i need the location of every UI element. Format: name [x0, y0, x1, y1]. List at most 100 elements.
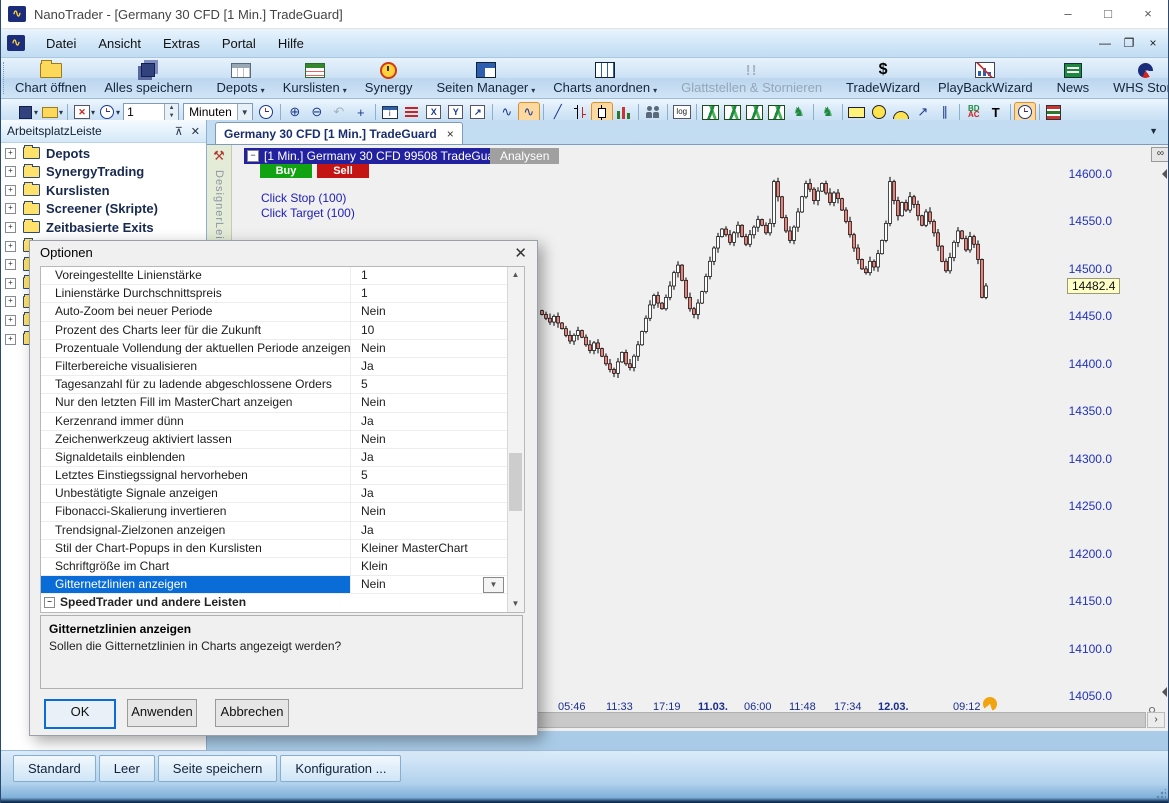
chevron-down-icon[interactable]: ▾	[653, 86, 657, 95]
apply-button[interactable]: Anwenden	[127, 699, 197, 727]
kurslisten-button[interactable]: Kurslisten▾	[274, 58, 356, 98]
ok-button[interactable]: OK	[44, 699, 116, 729]
strategy-knight-icon[interactable]: ♞	[789, 103, 809, 122]
draw-arrow-icon[interactable]: ↗	[913, 103, 933, 122]
x-axis-icon[interactable]: X	[424, 103, 444, 122]
y-axis-icon[interactable]: Y	[446, 103, 466, 122]
options-row[interactable]: Signaldetails einblendenJa	[41, 449, 524, 467]
zoom-out-icon[interactable]: ⊖	[307, 103, 327, 122]
options-row[interactable]: Prozentuale Vollendung der aktuellen Per…	[41, 340, 524, 358]
options-row[interactable]: Gitternetzlinien anzeigenNein▼	[41, 576, 524, 594]
resize-grip[interactable]	[1156, 789, 1166, 799]
expand-icon[interactable]: +	[5, 203, 16, 214]
add-period-icon[interactable]	[256, 103, 276, 122]
options-row[interactable]: Unbestätigte Signale anzeigenJa	[41, 485, 524, 503]
sidebar-item-synergytrading[interactable]: +SynergyTrading	[1, 163, 144, 181]
option-value[interactable]: Ja	[351, 413, 524, 430]
options-row[interactable]: Linienstärke Durchschnittspreis1	[41, 285, 524, 303]
candle-style-icon[interactable]	[592, 103, 612, 122]
volume-style-icon[interactable]	[614, 103, 634, 122]
options-row[interactable]: Filterbereiche visualisierenJa	[41, 358, 524, 376]
minimize-button[interactable]: –	[1048, 1, 1088, 28]
maximize-button[interactable]: □	[1088, 1, 1128, 28]
options-row[interactable]: Prozent des Charts leer für die Zukunft1…	[41, 322, 524, 340]
options-row[interactable]: Fibonacci-Skalierung invertierenNein	[41, 503, 524, 521]
chevron-down-icon[interactable]: ▾	[343, 86, 347, 95]
scroll-right-icon[interactable]: ›	[1147, 712, 1165, 728]
option-value[interactable]: Nein	[351, 394, 524, 411]
sidebar-item-depots[interactable]: +Depots	[1, 144, 90, 162]
option-value[interactable]: Nein	[351, 431, 524, 448]
option-value[interactable]: 5	[351, 467, 524, 484]
draw-rect-icon[interactable]	[847, 103, 867, 122]
seiten-manager-button[interactable]: Seiten Manager▾	[427, 58, 544, 98]
expand-icon[interactable]: +	[5, 185, 16, 196]
tab-close-icon[interactable]: ×	[447, 127, 454, 141]
mdi-minimize-button[interactable]: —	[1098, 36, 1112, 50]
period-count-stepper[interactable]: ▲▼	[123, 103, 179, 122]
tradewizard-button[interactable]: $TradeWizard	[837, 58, 929, 98]
axis-scroll-down-icon[interactable]	[1157, 687, 1167, 697]
option-value[interactable]: 1	[351, 267, 524, 284]
menu-datei[interactable]: Datei	[35, 32, 87, 55]
depots-button[interactable]: Depots▾	[207, 58, 273, 98]
combo-dropdown-icon[interactable]: ▼	[483, 577, 504, 593]
chevron-down-icon[interactable]: ▾	[34, 108, 38, 117]
chevron-down-icon[interactable]: ▾	[261, 86, 265, 95]
expand-icon[interactable]: +	[5, 278, 16, 289]
option-value[interactable]: Ja	[351, 485, 524, 502]
expand-icon[interactable]: +	[5, 148, 16, 159]
scroll-up-icon[interactable]: ▲	[508, 267, 523, 283]
draw-parallel-icon[interactable]: ∥	[935, 103, 955, 122]
options-row[interactable]: Auto-Zoom bei neuer PeriodeNein	[41, 303, 524, 321]
cancel-button[interactable]: Abbrechen	[215, 699, 289, 727]
indicator-icon[interactable]	[701, 103, 721, 122]
draw-ellipse-icon[interactable]	[869, 103, 889, 122]
page-tab-seite-speichern[interactable]: Seite speichern	[158, 755, 278, 782]
save-icon[interactable]	[15, 103, 35, 122]
option-value[interactable]: Nein	[351, 340, 524, 357]
option-value[interactable]: Klein	[351, 558, 524, 575]
dialog-close-icon[interactable]: ✕	[514, 244, 527, 262]
auto-scale-icon[interactable]: ∞	[1151, 147, 1168, 162]
fit-chart-icon[interactable]: +	[351, 103, 371, 122]
expand-icon[interactable]: +	[5, 315, 16, 326]
ohlc-style-icon[interactable]	[570, 103, 590, 122]
mdi-restore-button[interactable]: ❐	[1122, 36, 1136, 50]
indicator-icon[interactable]	[745, 103, 765, 122]
alles-speichern-button[interactable]: Alles speichern	[95, 58, 201, 98]
option-value[interactable]: Ja	[351, 358, 524, 375]
sidebar-item-kurslisten[interactable]: +Kurslisten	[1, 181, 110, 199]
menu-ansicht[interactable]: Ansicht	[87, 32, 152, 55]
playbackwizard-button[interactable]: PlayBackWizard	[929, 58, 1042, 98]
option-value[interactable]: 10	[351, 322, 524, 339]
options-row[interactable]: Tagesanzahl für zu ladende abgeschlossen…	[41, 376, 524, 394]
accounts-icon[interactable]	[643, 103, 663, 122]
mdi-close-button[interactable]: ×	[1146, 36, 1160, 50]
page-tab-standard[interactable]: Standard	[13, 755, 96, 782]
chart-oeffnen-button[interactable]: Chart öffnen	[6, 58, 95, 98]
export-window-icon[interactable]: ↗	[468, 103, 488, 122]
periodicity-clock-icon[interactable]	[97, 103, 117, 122]
line-style-icon[interactable]: ╱	[548, 103, 568, 122]
close-button[interactable]: ×	[1128, 1, 1168, 28]
sidebar-item-zeitbasierte-exits[interactable]: +Zeitbasierte Exits	[1, 218, 154, 236]
option-value[interactable]: Nein	[351, 503, 524, 520]
option-value[interactable]: 1	[351, 285, 524, 302]
options-group-row[interactable]: −SpeedTrader und andere Leisten	[41, 594, 524, 612]
period-unit-select[interactable]: Minuten▼	[183, 103, 253, 122]
options-row[interactable]: Trendsignal-Zielzonen anzeigenJa	[41, 522, 524, 540]
zoom-in-icon[interactable]: ⊕	[285, 103, 305, 122]
options-row[interactable]: Zeichenwerkzeug aktiviert lassenNein	[41, 431, 524, 449]
synergy-button[interactable]: Synergy	[356, 58, 422, 98]
indicator-icon[interactable]	[723, 103, 743, 122]
option-value[interactable]: 5	[351, 376, 524, 393]
expand-icon[interactable]: +	[5, 241, 16, 252]
options-row[interactable]: Nur den letzten Fill im MasterChart anze…	[41, 394, 524, 412]
orderbook-icon[interactable]	[1044, 103, 1064, 122]
page-tab-leer[interactable]: Leer	[99, 755, 155, 782]
axis-scroll-up-icon[interactable]	[1157, 169, 1167, 179]
log-scale-icon[interactable]: log	[672, 103, 692, 122]
menu-hilfe[interactable]: Hilfe	[267, 32, 315, 55]
undo-icon[interactable]: ↶	[329, 103, 349, 122]
